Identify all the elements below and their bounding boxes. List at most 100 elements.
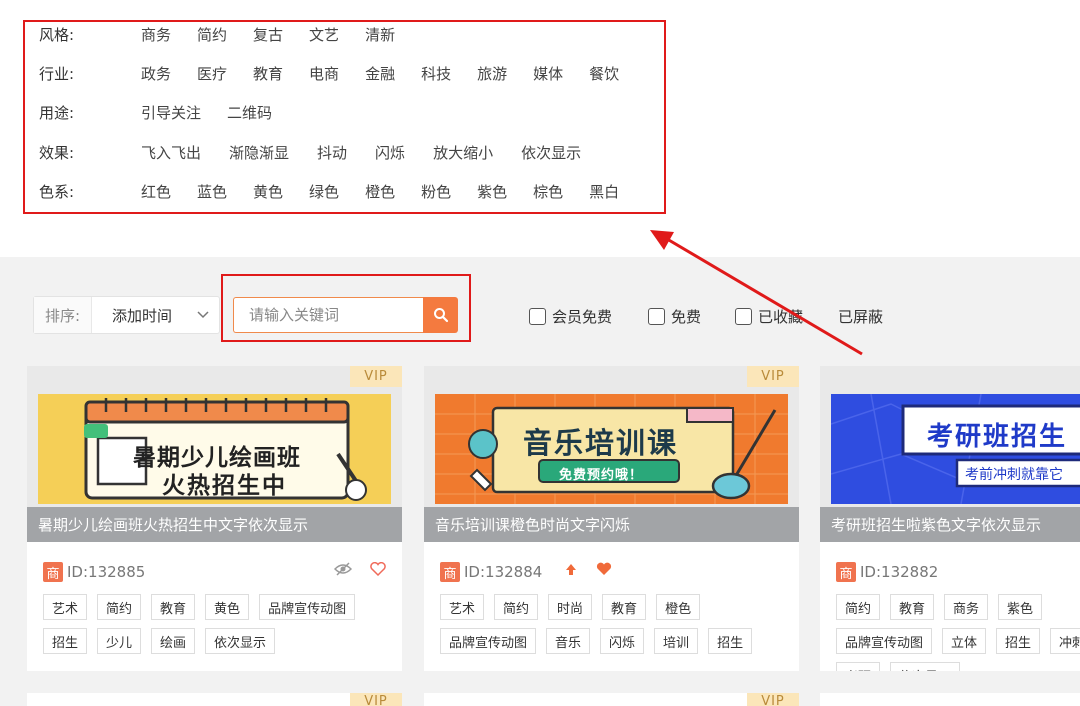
filter-option[interactable]: 紫色 xyxy=(477,181,507,202)
checkbox[interactable] xyxy=(529,307,546,325)
card-title[interactable]: 音乐培训课橙色时尚文字闪烁 xyxy=(424,507,799,542)
heart-filled-icon[interactable] xyxy=(596,562,612,576)
arrow-up-icon[interactable] xyxy=(564,562,578,576)
filter-option[interactable]: 餐饮 xyxy=(589,63,619,84)
search-button[interactable] xyxy=(423,297,458,333)
filter-label: 效果: xyxy=(39,143,75,162)
filter-option[interactable]: 飞入飞出 xyxy=(141,142,201,163)
filter-label: 用途: xyxy=(39,103,75,122)
heart-outline-icon[interactable] xyxy=(370,562,386,576)
filter-option[interactable]: 媒体 xyxy=(533,63,563,84)
vip-badge: VIP xyxy=(747,693,799,706)
tag[interactable]: 紫色 xyxy=(998,594,1043,620)
tag[interactable]: 教育 xyxy=(151,594,196,620)
template-card-partial[interactable]: VIP xyxy=(27,693,402,706)
template-card-partial[interactable] xyxy=(820,693,1080,706)
tag[interactable]: 音乐 xyxy=(546,628,591,654)
card-image-subline: 考前冲刺就靠它 xyxy=(965,467,1063,483)
tag[interactable]: 品牌宣传动图 xyxy=(259,594,356,620)
card-id: ID:132884 xyxy=(464,563,543,581)
tag[interactable]: 简约 xyxy=(494,594,539,620)
filter-option[interactable]: 抖动 xyxy=(317,142,347,163)
card-actions xyxy=(334,562,386,576)
filter-panel: 风格: 商务 简约 复古 文艺 清新 行业: 政务 医疗 教育 电商 金融 科技… xyxy=(0,0,1080,257)
filter-option[interactable]: 复古 xyxy=(253,24,283,45)
template-card[interactable]: VIP 音乐培训课 免费预约哦！ 音乐培训课橙色时尚文字闪烁 商 ID:1328… xyxy=(424,366,799,671)
commercial-badge: 商 xyxy=(440,562,460,582)
filter-option[interactable]: 渐隐渐显 xyxy=(229,142,289,163)
card-image: 暑期少儿绘画班 火热招生中 xyxy=(38,394,391,504)
filter-option[interactable]: 闪烁 xyxy=(375,142,405,163)
filter-option[interactable]: 金融 xyxy=(365,63,395,84)
filter-option[interactable]: 红色 xyxy=(141,181,171,202)
tag[interactable]: 商务 xyxy=(944,594,989,620)
tag[interactable]: 依次显示 xyxy=(890,662,961,671)
filter-check-member-free[interactable]: 会员免费 xyxy=(529,305,612,327)
search-input[interactable] xyxy=(233,297,423,333)
filter-option[interactable]: 文艺 xyxy=(309,24,339,45)
filter-option[interactable]: 引导关注 xyxy=(141,102,201,123)
tag[interactable]: 少儿 xyxy=(97,628,142,654)
tag[interactable]: 依次显示 xyxy=(205,628,276,654)
tag[interactable]: 简约 xyxy=(836,594,881,620)
filter-option[interactable]: 二维码 xyxy=(227,102,272,123)
card-title[interactable]: 暑期少儿绘画班火热招生中文字依次显示 xyxy=(27,507,402,542)
filter-row-color: 色系: 红色 蓝色 黄色 绿色 橙色 粉色 紫色 棕色 黑白 xyxy=(39,179,619,203)
filter-option[interactable]: 教育 xyxy=(253,63,283,84)
filter-option[interactable]: 政务 xyxy=(141,63,171,84)
filter-option[interactable]: 旅游 xyxy=(477,63,507,84)
filter-option[interactable]: 棕色 xyxy=(533,181,563,202)
filter-option[interactable]: 橙色 xyxy=(365,181,395,202)
card-image-subline: 火热招生中 xyxy=(162,473,287,499)
sort-select[interactable]: 排序: 添加时间 xyxy=(33,296,220,334)
tag[interactable]: 立体 xyxy=(942,628,987,654)
card-thumbnail[interactable]: 考研班招生 考前冲刺就靠它 考研班招生啦紫色文字依次显示 xyxy=(820,366,1080,542)
filter-option[interactable]: 依次显示 xyxy=(521,142,581,163)
filter-label: 色系: xyxy=(39,182,75,201)
tag[interactable]: 招生 xyxy=(996,628,1041,654)
tag[interactable]: 培训 xyxy=(654,628,699,654)
card-thumbnail[interactable]: VIP 暑期少儿绘画班 火热招生中 暑期少儿绘画班火热招生中文字依次显示 xyxy=(27,366,402,542)
filter-row-usage: 用途: 引导关注 二维码 xyxy=(39,100,298,124)
filter-option[interactable]: 黄色 xyxy=(253,181,283,202)
filter-option[interactable]: 电商 xyxy=(309,63,339,84)
tag[interactable]: 招生 xyxy=(708,628,753,654)
tag[interactable]: 品牌宣传动图 xyxy=(836,628,933,654)
filter-option[interactable]: 清新 xyxy=(365,24,395,45)
filter-option[interactable]: 简约 xyxy=(197,24,227,45)
template-card-partial[interactable]: VIP xyxy=(424,693,799,706)
tag[interactable]: 时尚 xyxy=(548,594,593,620)
filter-option[interactable]: 放大缩小 xyxy=(433,142,493,163)
template-card[interactable]: VIP 暑期少儿绘画班 火热招生中 暑期少儿绘画班火热招生中文字依次显示 商 I… xyxy=(27,366,402,671)
tag[interactable]: 艺术 xyxy=(43,594,88,620)
tag[interactable]: 品牌宣传动图 xyxy=(440,628,537,654)
chevron-down-icon[interactable] xyxy=(197,308,219,322)
tag[interactable]: 闪烁 xyxy=(600,628,645,654)
card-thumbnail[interactable]: VIP 音乐培训课 免费预约哦！ 音乐培训课橙色时尚文字闪烁 xyxy=(424,366,799,542)
annotation-arrow-icon xyxy=(650,230,863,356)
filter-option[interactable]: 科技 xyxy=(421,63,451,84)
tag[interactable]: 教育 xyxy=(602,594,647,620)
hide-eye-icon[interactable] xyxy=(334,562,352,576)
filter-option[interactable]: 黑白 xyxy=(589,181,619,202)
tag[interactable]: 黄色 xyxy=(205,594,250,620)
tag[interactable]: 教育 xyxy=(890,594,935,620)
tag[interactable]: 艺术 xyxy=(440,594,485,620)
tag[interactable]: 冲刺 xyxy=(1050,628,1080,654)
tag[interactable]: 绘画 xyxy=(151,628,196,654)
tag[interactable]: 招生 xyxy=(43,628,88,654)
filter-option[interactable]: 粉色 xyxy=(421,181,451,202)
template-card[interactable]: 考研班招生 考前冲刺就靠它 考研班招生啦紫色文字依次显示 商 ID:132882… xyxy=(820,366,1080,671)
filter-option[interactable]: 商务 xyxy=(141,24,171,45)
card-title[interactable]: 考研班招生啦紫色文字依次显示 xyxy=(820,507,1080,542)
filter-option[interactable]: 医疗 xyxy=(197,63,227,84)
filter-option[interactable]: 蓝色 xyxy=(197,181,227,202)
card-id-row: 商 ID:132885 xyxy=(43,562,145,582)
filter-option[interactable]: 绿色 xyxy=(309,181,339,202)
tag[interactable]: 橙色 xyxy=(656,594,701,620)
tag[interactable]: 简约 xyxy=(97,594,142,620)
card-image-headline: 音乐培训课 xyxy=(523,426,679,460)
filter-row-style: 风格: 商务 简约 复古 文艺 清新 xyxy=(39,22,421,46)
sort-value[interactable]: 添加时间 xyxy=(92,305,197,326)
tag[interactable]: 考研 xyxy=(836,662,881,671)
